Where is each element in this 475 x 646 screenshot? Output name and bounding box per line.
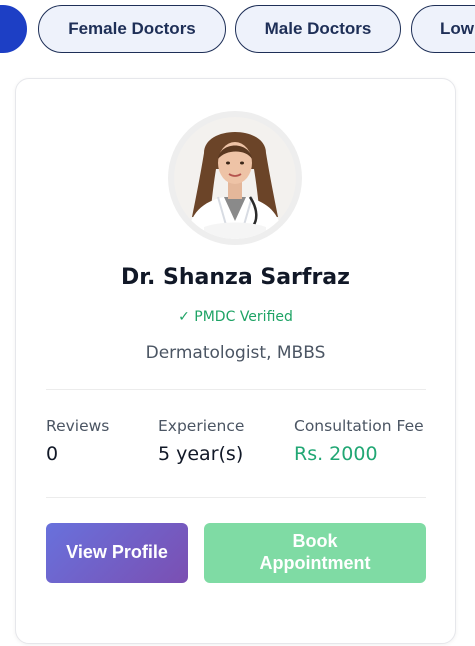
- stat-reviews-value: 0: [46, 443, 59, 465]
- stat-fee-label: Consultation Fee: [294, 417, 424, 435]
- filter-chip-female-doctors[interactable]: Female Doctors: [38, 5, 226, 53]
- doctor-card: Dr. Shanza Sarfraz ✓ PMDC Verified Derma…: [15, 78, 456, 644]
- stat-fee-value: Rs. 2000: [294, 443, 378, 465]
- divider: [46, 497, 426, 498]
- filter-chip-row: Female Doctors Male Doctors Low: [0, 0, 475, 60]
- doctor-name: Dr. Shanza Sarfraz: [121, 265, 350, 290]
- stat-reviews-label: Reviews: [46, 417, 110, 435]
- stat-experience-label: Experience: [158, 417, 245, 435]
- filter-chip-all[interactable]: [0, 5, 27, 53]
- filter-chip-low[interactable]: Low: [411, 5, 475, 53]
- stat-experience: Experience 5 year(s): [158, 417, 244, 465]
- doctor-photo-icon: [174, 117, 296, 239]
- stat-reviews: Reviews 0: [46, 417, 109, 465]
- divider: [46, 389, 426, 390]
- stat-consultation-fee: Consultation Fee Rs. 2000: [294, 417, 424, 465]
- view-profile-button[interactable]: View Profile: [46, 523, 188, 583]
- filter-chip-male-doctors[interactable]: Male Doctors: [235, 5, 401, 53]
- book-appointment-button[interactable]: Book Appointment: [204, 523, 426, 583]
- stat-experience-value: 5 year(s): [158, 443, 244, 465]
- doctor-specialty: Dermatologist, MBBS: [145, 343, 326, 363]
- verified-badge: ✓ PMDC Verified: [178, 309, 293, 325]
- avatar: [168, 111, 302, 245]
